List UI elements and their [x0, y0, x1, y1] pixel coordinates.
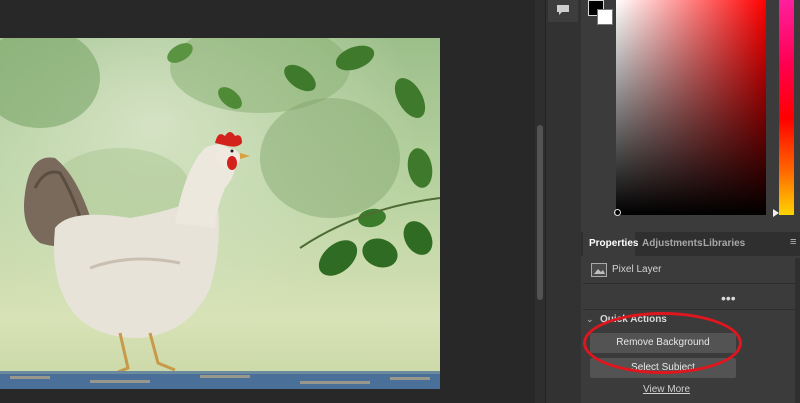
pixel-layer-icon — [591, 263, 607, 277]
collapsed-panel-dock — [545, 0, 581, 403]
quick-actions-heading[interactable]: Quick Actions — [600, 314, 667, 325]
chevron-down-icon[interactable]: ⌄ — [586, 314, 594, 325]
tab-adjustments[interactable]: Adjustments — [636, 232, 703, 256]
background-color-swatch[interactable] — [597, 9, 613, 25]
hue-slider-handle[interactable] — [773, 209, 779, 217]
panel-scrollbar[interactable] — [795, 258, 800, 403]
divider — [583, 309, 800, 310]
divider — [583, 283, 800, 284]
color-picker-marker[interactable] — [614, 209, 621, 216]
panel-menu-icon[interactable]: ≡ — [790, 236, 796, 248]
tab-properties[interactable]: Properties — [583, 232, 638, 256]
comment-icon — [556, 4, 570, 19]
document-canvas[interactable] — [0, 0, 533, 403]
layer-type-label: Pixel Layer — [612, 264, 662, 275]
more-options-button[interactable]: ••• — [721, 290, 736, 306]
comments-button[interactable] — [548, 0, 578, 22]
tab-libraries[interactable]: Libraries — [697, 232, 745, 256]
remove-background-button[interactable]: Remove Background — [590, 333, 736, 353]
color-saturation-field[interactable] — [616, 0, 766, 215]
hen-photo — [0, 38, 440, 389]
select-subject-button[interactable]: Select Subject — [590, 358, 736, 378]
view-more-link[interactable]: View More — [643, 384, 690, 395]
canvas-scroll-thumb[interactable] — [537, 125, 543, 300]
document-image[interactable] — [0, 38, 440, 389]
hue-slider[interactable] — [779, 0, 794, 215]
